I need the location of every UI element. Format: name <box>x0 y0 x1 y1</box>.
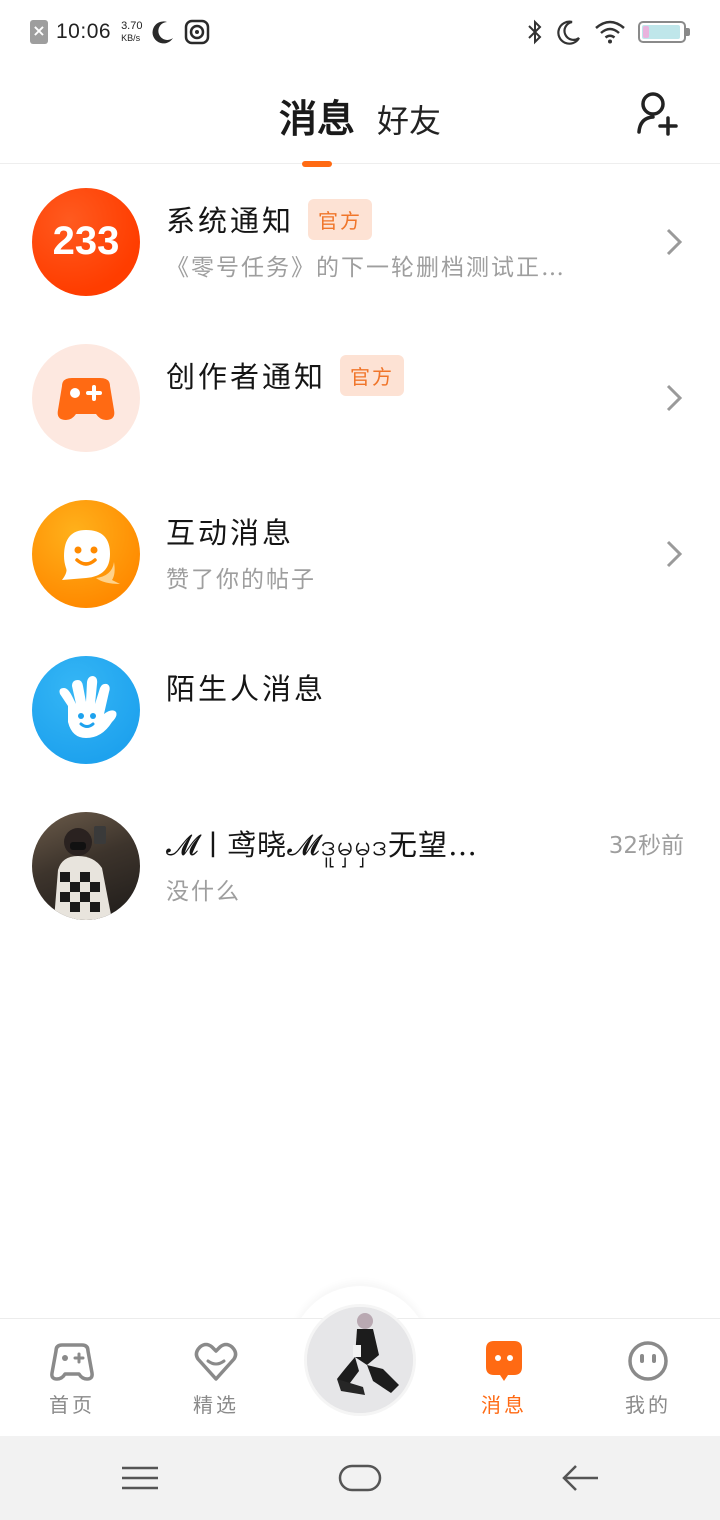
message-list: 233 系统通知 官方 《零号任务》的下一轮删档测试正… 创作者通知 官方 互动… <box>0 164 720 944</box>
chevron-right-icon <box>666 228 683 256</box>
nav-home[interactable]: 首页 <box>22 1339 122 1418</box>
battery-icon <box>638 21 690 43</box>
message-title: 创作者通知 <box>166 360 327 394</box>
nav-label: 精选 <box>193 1393 239 1417</box>
header-tabs: 消息 好友 <box>0 88 720 143</box>
message-item-creator[interactable]: 创作者通知 官方 <box>0 320 720 476</box>
message-title: 陌生人消息 <box>166 672 327 706</box>
status-right <box>526 14 690 50</box>
system-nav-bar <box>0 1436 720 1520</box>
message-title: 系统通知 <box>166 204 295 238</box>
dancer-figure-icon <box>307 1307 413 1413</box>
battery-charge-mark <box>643 26 649 38</box>
nav-featured[interactable]: 精选 <box>166 1339 266 1418</box>
message-item-system[interactable]: 233 系统通知 官方 《零号任务》的下一轮删档测试正… <box>0 164 720 320</box>
network-speed-value: 3.70 <box>121 20 143 32</box>
message-item-stranger[interactable]: 陌生人消息 <box>0 632 720 788</box>
add-user-icon[interactable] <box>636 90 680 136</box>
heart-diamond-icon <box>194 1342 238 1381</box>
chevron-right-icon <box>666 384 683 412</box>
network-speed-unit: KB/s <box>121 33 141 43</box>
bluetooth-icon <box>528 19 542 45</box>
menu-icon[interactable] <box>118 1458 162 1498</box>
message-title-row: 互动消息 <box>166 510 294 552</box>
nav-label: 我的 <box>625 1393 671 1417</box>
message-item-interaction[interactable]: 互动消息 赞了你的帖子 <box>0 476 720 632</box>
home-icon[interactable] <box>338 1458 382 1498</box>
tab-messages[interactable]: 消息 <box>279 88 355 143</box>
chevron-right-icon <box>666 540 683 568</box>
user-photo-avatar <box>32 812 140 920</box>
back-icon[interactable] <box>558 1458 602 1498</box>
message-title-row: 系统通知 官方 <box>166 198 373 240</box>
official-badge: 官方 <box>340 354 405 396</box>
smiley-face-icon <box>628 1341 668 1381</box>
chat-smile-icon <box>32 500 140 608</box>
nav-messages[interactable]: 消息 <box>454 1339 554 1418</box>
moon-icon <box>152 21 174 44</box>
233-logo-text: 233 <box>53 219 120 263</box>
status-time: 10:06 <box>56 20 112 43</box>
network-speed: 3.70 KB/s <box>121 20 142 44</box>
nav-label: 消息 <box>481 1393 527 1417</box>
sync-icon <box>185 19 210 45</box>
header: 消息 好友 <box>0 64 720 164</box>
official-badge: 官方 <box>308 198 373 240</box>
dnd-moon-icon <box>557 20 580 45</box>
message-item-user[interactable]: 𝓜ㅣ鸢晓𝓜ဒူမှမှဒ无望… 32秒前 没什么 <box>0 788 720 944</box>
message-preview: 没什么 <box>166 879 241 905</box>
message-time: 32秒前 <box>608 833 684 859</box>
nav-profile[interactable]: 我的 <box>598 1339 698 1418</box>
message-title-row: 创作者通知 官方 <box>166 354 405 396</box>
gamepad-icon <box>32 344 140 452</box>
hand-wave-icon <box>32 656 140 764</box>
message-preview: 《零号任务》的下一轮删档测试正… <box>166 255 566 281</box>
message-title: 𝓜ㅣ鸢晓𝓜ဒူမှမှဒ无望… <box>166 828 479 862</box>
wifi-icon <box>595 20 625 44</box>
message-title-row: 陌生人消息 <box>166 666 326 708</box>
sim-off-icon <box>30 20 48 44</box>
message-bubble-icon <box>486 1341 522 1381</box>
center-avatar-button[interactable] <box>304 1304 416 1416</box>
message-title-row: 𝓜ㅣ鸢晓𝓜ဒူမှမှဒ无望… <box>166 822 478 870</box>
status-left: 10:06 3.70 KB/s <box>30 14 210 50</box>
233-logo-icon: 233 <box>32 188 140 296</box>
tab-friends[interactable]: 好友 <box>377 96 441 142</box>
gamepad-icon <box>50 1343 94 1381</box>
message-title: 互动消息 <box>166 516 295 550</box>
status-bar: 10:06 3.70 KB/s <box>0 0 720 64</box>
nav-label: 首页 <box>49 1393 95 1417</box>
message-preview: 赞了你的帖子 <box>166 567 316 593</box>
